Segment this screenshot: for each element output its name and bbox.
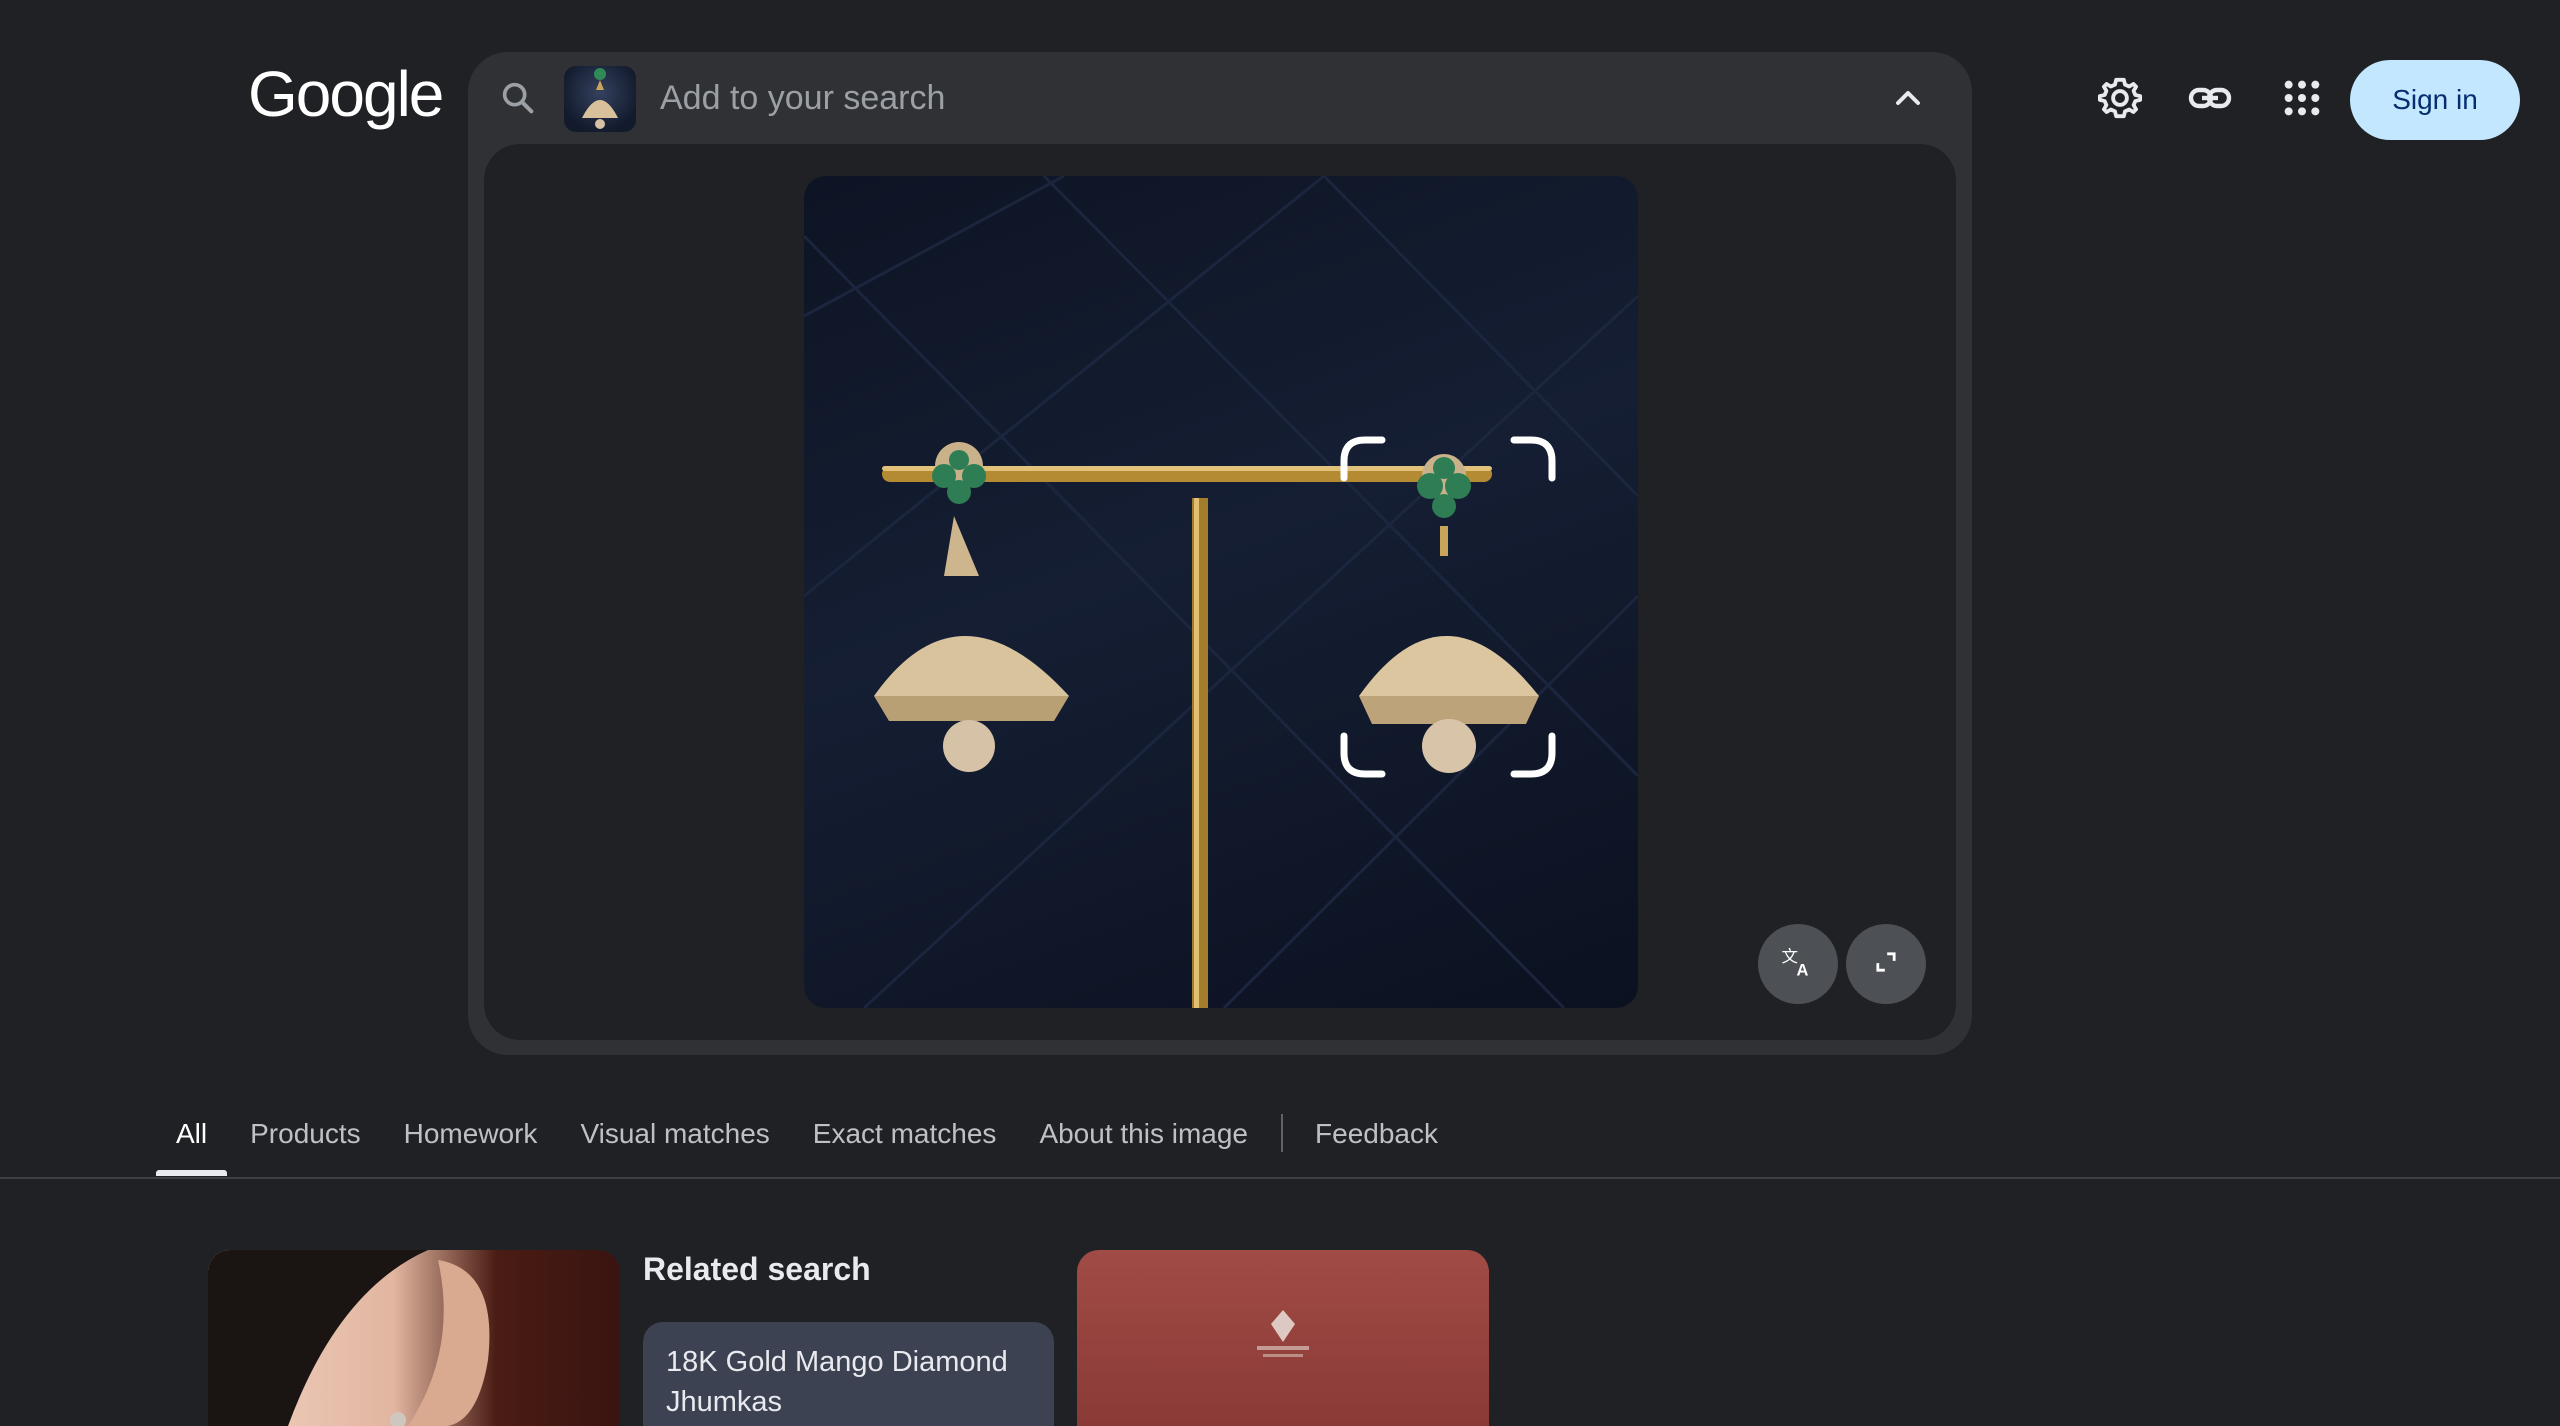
- result-image-card[interactable]: [1077, 1250, 1489, 1426]
- translate-button[interactable]: 文 A: [1758, 924, 1838, 1004]
- tabs-divider-line: [0, 1177, 2560, 1179]
- tab-about-this-image[interactable]: About this image: [1039, 1110, 1248, 1176]
- apps-icon[interactable]: [2276, 72, 2328, 124]
- collapse-chevron-icon[interactable]: [1888, 78, 1928, 118]
- link-icon[interactable]: [2184, 72, 2236, 124]
- search-input[interactable]: [658, 74, 1758, 122]
- tab-exact-matches[interactable]: Exact matches: [813, 1110, 997, 1176]
- tab-all[interactable]: All: [155, 1110, 228, 1176]
- svg-text:A: A: [1797, 961, 1809, 979]
- related-search-chip[interactable]: 18K Gold Mango Diamond Jhumkas: [643, 1322, 1054, 1426]
- tabs-divider: [1281, 1114, 1284, 1152]
- search-row: [468, 52, 1972, 144]
- settings-icon[interactable]: [2094, 72, 2146, 124]
- search-box: 文 A: [468, 52, 1972, 1055]
- sign-in-button[interactable]: Sign in: [2350, 60, 2520, 140]
- feedback-link[interactable]: Feedback: [1315, 1110, 1438, 1176]
- image-preview-panel: 文 A: [484, 144, 1956, 1040]
- expand-icon: [1872, 948, 1900, 981]
- related-search-title: Related search: [643, 1251, 871, 1287]
- search-image[interactable]: [804, 176, 1638, 1008]
- tab-products[interactable]: Products: [250, 1110, 361, 1176]
- google-logo[interactable]: Google: [248, 62, 444, 126]
- expand-button[interactable]: [1846, 924, 1926, 1004]
- uploaded-image-thumbnail[interactable]: [564, 66, 636, 132]
- tab-visual-matches[interactable]: Visual matches: [580, 1110, 769, 1176]
- tab-homework[interactable]: Homework: [404, 1110, 538, 1176]
- results-tabs: All Products Homework Visual matches Exa…: [155, 1110, 1481, 1176]
- translate-icon: 文 A: [1780, 944, 1816, 985]
- result-image-card[interactable]: [208, 1250, 620, 1426]
- search-icon[interactable]: [498, 78, 538, 118]
